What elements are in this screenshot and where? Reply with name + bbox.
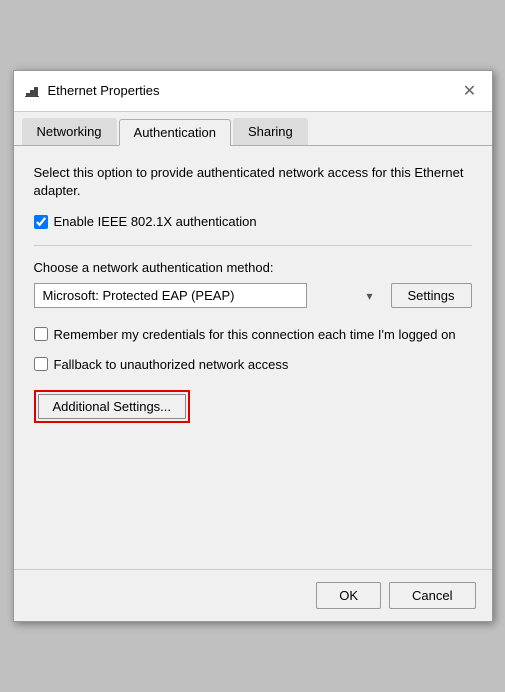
window-title: Ethernet Properties <box>48 83 160 98</box>
ok-button[interactable]: OK <box>316 582 381 609</box>
fallback-checkbox-row: Fallback to unauthorized network access <box>34 356 472 374</box>
tab-bar: Networking Authentication Sharing <box>14 112 492 146</box>
settings-button[interactable]: Settings <box>391 283 472 308</box>
enable-ieee-checkbox[interactable] <box>34 215 48 229</box>
fallback-label: Fallback to unauthorized network access <box>54 356 289 374</box>
close-button[interactable]: ✕ <box>458 79 482 103</box>
content-spacer <box>14 449 492 569</box>
tab-sharing[interactable]: Sharing <box>233 118 308 145</box>
additional-settings-highlight: Additional Settings... <box>34 390 191 423</box>
remember-credentials-checkbox[interactable] <box>34 327 48 341</box>
tab-networking[interactable]: Networking <box>22 118 117 145</box>
additional-settings-wrapper: Additional Settings... <box>34 390 472 423</box>
description-text: Select this option to provide authentica… <box>34 164 472 200</box>
method-dropdown-row: Microsoft: Protected EAP (PEAP) Microsof… <box>34 283 472 308</box>
additional-settings-button[interactable]: Additional Settings... <box>38 394 187 419</box>
separator <box>34 245 472 246</box>
method-dropdown-wrapper: Microsoft: Protected EAP (PEAP) Microsof… <box>34 283 381 308</box>
cancel-button[interactable]: Cancel <box>389 582 475 609</box>
fallback-checkbox[interactable] <box>34 357 48 371</box>
title-bar: Ethernet Properties ✕ <box>14 71 492 112</box>
enable-checkbox-row: Enable IEEE 802.1X authentication <box>34 214 472 229</box>
title-bar-left: Ethernet Properties <box>24 83 160 99</box>
enable-ieee-label: Enable IEEE 802.1X authentication <box>54 214 257 229</box>
remember-checkbox-row: Remember my credentials for this connect… <box>34 326 472 344</box>
ethernet-properties-dialog: Ethernet Properties ✕ Networking Authent… <box>13 70 493 623</box>
tab-content: Select this option to provide authentica… <box>14 146 492 450</box>
remember-credentials-label: Remember my credentials for this connect… <box>54 326 456 344</box>
tab-authentication[interactable]: Authentication <box>119 119 231 146</box>
network-icon <box>24 83 40 99</box>
method-dropdown[interactable]: Microsoft: Protected EAP (PEAP) Microsof… <box>34 283 307 308</box>
network-method-label: Choose a network authentication method: <box>34 260 472 275</box>
footer: OK Cancel <box>14 569 492 621</box>
